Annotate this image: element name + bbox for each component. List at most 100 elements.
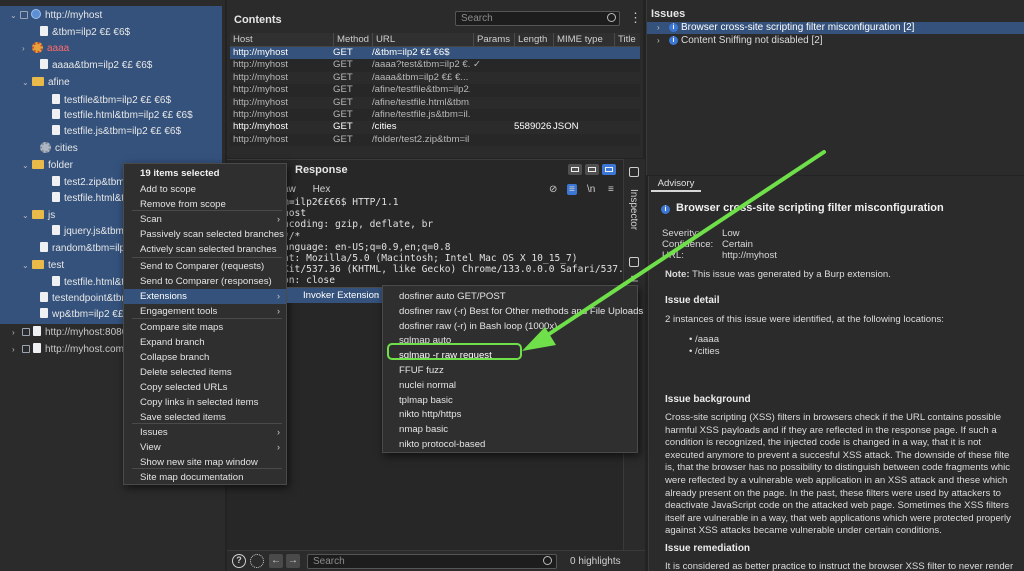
checkbox[interactable] xyxy=(20,11,28,19)
menu-item-remove-from-scope[interactable]: Remove from scope xyxy=(124,197,286,212)
menu-item-compare-site-maps[interactable]: Compare site maps xyxy=(124,320,286,335)
site-map-node[interactable]: › http://myhost.com xyxy=(12,342,124,358)
table-row[interactable]: http://myhost GET /&tbm=ilp2 €£ €6$ xyxy=(230,47,640,60)
col-host[interactable]: Host xyxy=(233,33,331,47)
col-mime[interactable]: MIME type xyxy=(553,33,611,47)
menu-item-extensions[interactable]: Extensions › xyxy=(124,289,286,304)
menu-item-invoker-6[interactable]: nuclei normal xyxy=(383,378,637,393)
chevron-down-icon[interactable]: ⌄ xyxy=(10,8,20,24)
menu-item-actively-scan-selected-branches[interactable]: Actively scan selected branches xyxy=(124,242,286,257)
notes-icon[interactable] xyxy=(629,257,639,267)
expand-chevron-icon[interactable]: › xyxy=(657,35,660,47)
cell-url: /cities xyxy=(372,121,397,133)
menu-item-site-map-documentation[interactable]: Site map documentation xyxy=(124,470,286,485)
menu-item-add-to-scope[interactable]: Add to scope xyxy=(124,182,286,197)
site-map-node[interactable]: aaaa&tbm=ilp2 €£ €6$ xyxy=(40,58,152,74)
site-map-node[interactable]: ⌄ js xyxy=(22,208,55,224)
site-map-node[interactable]: testfile.js&tbm=ilp2 €£ €6$ xyxy=(52,124,181,140)
response-search-input[interactable]: Search xyxy=(307,554,557,569)
menu-item-invoker-2[interactable]: dosfiner raw (-r) in Bash loop (1000x) xyxy=(383,319,637,334)
menu-item-delete-selected-items[interactable]: Delete selected items xyxy=(124,365,286,380)
more-options-icon[interactable]: ⋮ xyxy=(629,11,642,25)
site-map-node[interactable]: cities xyxy=(40,141,78,157)
table-row[interactable]: http://myhost GET/afine/testfile.js&tbm=i… xyxy=(230,108,640,122)
settings-icon[interactable] xyxy=(250,554,264,568)
site-map-node[interactable]: › aaaa xyxy=(22,41,69,57)
table-row[interactable]: http://myhost GET/cities 5589026 JSON xyxy=(230,121,640,133)
chevron-right-icon[interactable]: › xyxy=(12,342,22,358)
menu-item-invoker-10[interactable]: nikto protocol-based xyxy=(383,437,637,452)
menu-item-engagement-tools[interactable]: Engagement tools › xyxy=(124,304,286,319)
newline-toggle[interactable]: \n xyxy=(587,184,595,195)
single-view-icon[interactable] xyxy=(602,164,616,175)
menu-item-copy-selected-urls[interactable]: Copy selected URLs xyxy=(124,380,286,395)
site-map-node[interactable]: ⌄ test xyxy=(22,258,64,274)
menu-item-invoker-8[interactable]: nikto http/https xyxy=(383,407,637,422)
menu-item-scan[interactable]: Scan › xyxy=(124,212,286,227)
wrap-icon[interactable]: ≡ xyxy=(567,184,577,195)
horizontal-view-icon[interactable] xyxy=(585,164,599,175)
menu-item-passively-scan-selected-branches[interactable]: Passively scan selected branches xyxy=(124,227,286,242)
inspector-icon[interactable] xyxy=(629,167,639,177)
menu-item-copy-links-in-selected-items[interactable]: Copy links in selected items xyxy=(124,395,286,410)
menu-item-invoker-7[interactable]: tplmap basic xyxy=(383,393,637,408)
chevron-down-icon[interactable]: ⌄ xyxy=(22,158,32,174)
response-body[interactable]: m=ilp2€£€6$ HTTP/1.1 host ncoding: gzip, d… xyxy=(283,197,635,287)
split-view-icon[interactable] xyxy=(568,164,582,175)
menu-item-show-new-site-map-window[interactable]: Show new site map window xyxy=(124,455,286,470)
site-map-node[interactable]: ⌄ http://myhost xyxy=(10,8,102,24)
table-row[interactable]: http://myhost GET/afine/testfile&tbm=ilp2… xyxy=(230,84,640,97)
site-map-node[interactable]: ⌄ afine xyxy=(22,75,70,91)
site-map-node[interactable]: testfile&tbm=ilp2 €£ €6$ xyxy=(52,93,171,109)
menu-item-issues[interactable]: Issues › xyxy=(124,425,286,440)
col-title[interactable]: Title xyxy=(614,33,640,47)
issue-item-xss-filter[interactable]: › i Browser cross-site scripting filter … xyxy=(647,22,1024,34)
site-map-node[interactable]: &tbm=ilp2 €£ €6$ xyxy=(40,25,130,41)
col-method[interactable]: Method xyxy=(333,33,371,47)
menu-item-collapse-branch[interactable]: Collapse branch xyxy=(124,350,286,365)
menu-item-invoker-0[interactable]: dosfiner auto GET/POST xyxy=(383,289,637,304)
chevron-down-icon[interactable]: ⌄ xyxy=(22,258,32,274)
site-map-node[interactable]: wp&tbm=ilp2 €£ xyxy=(40,307,123,323)
col-params[interactable]: Params xyxy=(473,33,511,47)
menu-item-send-to-comparer-responses[interactable]: Send to Comparer (responses) xyxy=(124,274,286,289)
col-length[interactable]: Length xyxy=(514,33,552,47)
menu-item-save-selected-items[interactable]: Save selected items xyxy=(124,410,286,425)
site-map-node[interactable]: › http://myhost:8080 xyxy=(12,325,127,341)
table-row[interactable]: http://myhost GET/folder/test2.zip&tbm=il… xyxy=(230,133,640,147)
menu-item-invoker-extension[interactable]: Invoker Extension › xyxy=(287,288,385,303)
table-row[interactable]: http://myhost GET/afine/testfile.html&tbm… xyxy=(230,97,640,109)
checkbox[interactable] xyxy=(22,328,30,336)
menu-item-invoker-9[interactable]: nmap basic xyxy=(383,422,637,437)
inspector-tab[interactable]: Inspector xyxy=(628,189,639,230)
tab-advisory[interactable]: Advisory xyxy=(651,178,701,192)
notes-tab[interactable]: N xyxy=(628,275,639,282)
contents-search-input[interactable]: Search xyxy=(455,11,620,26)
menu-item-invoker-1[interactable]: dosfiner raw (-r) Best for Other methods… xyxy=(383,304,643,319)
table-row[interactable]: http://myhost GET/aaaa&tbm=ilp2 €£ €... xyxy=(230,72,640,84)
tab-hex[interactable]: Hex xyxy=(313,184,331,195)
menu-icon[interactable]: ≡ xyxy=(608,184,614,195)
checkbox[interactable] xyxy=(22,345,30,353)
chevron-down-icon[interactable]: ⌄ xyxy=(22,75,32,91)
forward-button[interactable]: → xyxy=(286,554,300,568)
menu-item-expand-branch[interactable]: Expand branch xyxy=(124,335,286,350)
chevron-right-icon: › xyxy=(277,291,280,301)
hide-icon[interactable]: ⊘ xyxy=(549,184,557,195)
chevron-down-icon[interactable]: ⌄ xyxy=(22,208,32,224)
site-map-node[interactable]: testfile.html&tbm=ilp2 €£ €6$ xyxy=(52,108,193,124)
issue-item-content-sniffing[interactable]: › i Content Sniffing not disabled [2] xyxy=(647,35,1024,47)
menu-item-invoker-5[interactable]: FFUF fuzz xyxy=(383,363,637,378)
table-row[interactable]: http://myhost GET/aaaa?test&tbm=ilp2 €...… xyxy=(230,59,640,72)
col-url[interactable]: URL xyxy=(372,33,470,47)
menu-item-view[interactable]: View › xyxy=(124,440,286,455)
help-icon[interactable]: ? xyxy=(232,554,246,568)
back-button[interactable]: ← xyxy=(269,554,283,568)
cell-method: GET xyxy=(333,71,353,83)
chevron-right-icon[interactable]: › xyxy=(12,325,22,341)
site-map-node[interactable]: random&tbm=ilp2 xyxy=(40,241,131,257)
expand-chevron-icon[interactable]: › xyxy=(657,22,660,34)
chevron-right-icon[interactable]: › xyxy=(22,41,32,57)
site-map-node[interactable]: ⌄ folder xyxy=(22,158,73,174)
menu-item-send-to-comparer-requests[interactable]: Send to Comparer (requests) xyxy=(124,259,286,274)
